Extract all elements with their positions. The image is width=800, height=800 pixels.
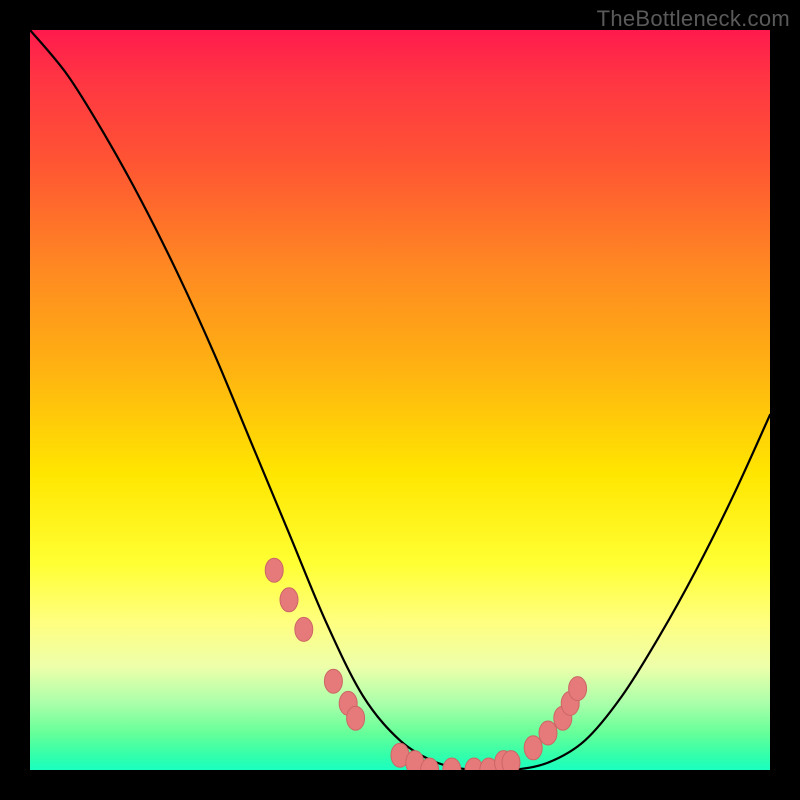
watermark-text: TheBottleneck.com bbox=[597, 6, 790, 32]
curve-marker bbox=[443, 758, 461, 770]
curve-marker bbox=[295, 617, 313, 641]
curve-marker bbox=[524, 736, 542, 760]
curve-marker bbox=[347, 706, 365, 730]
curve-marker bbox=[539, 721, 557, 745]
chart-frame: TheBottleneck.com bbox=[0, 0, 800, 800]
curve-marker bbox=[324, 669, 342, 693]
curve-marker bbox=[569, 677, 587, 701]
bottleneck-curve bbox=[30, 30, 770, 770]
curve-marker bbox=[265, 558, 283, 582]
curve-marker bbox=[502, 751, 520, 770]
plot-area bbox=[30, 30, 770, 770]
bottleneck-curve-svg bbox=[30, 30, 770, 770]
curve-marker bbox=[280, 588, 298, 612]
